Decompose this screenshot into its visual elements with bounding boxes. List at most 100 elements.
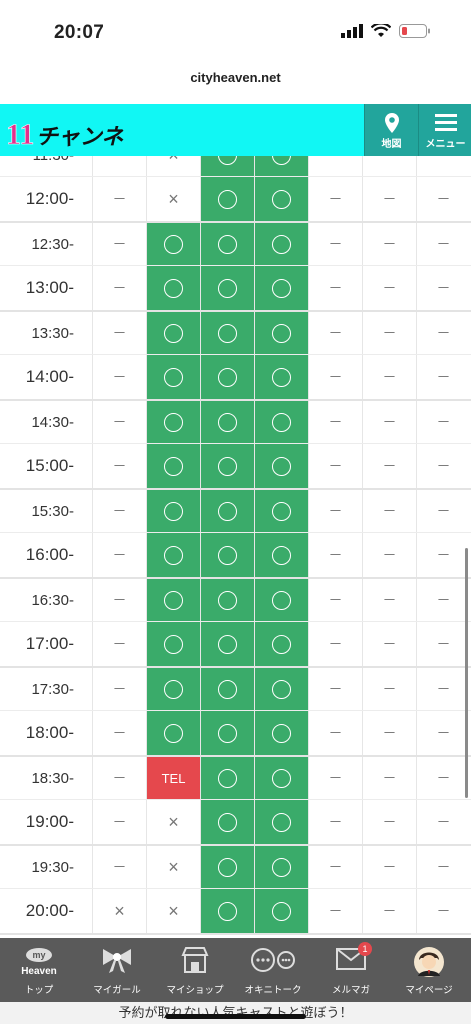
scrollbar[interactable] [465,548,468,798]
available-circle-icon [218,768,237,788]
slot-open[interactable] [200,800,254,844]
no-shift-dash: － [382,458,397,474]
slot-open[interactable] [146,312,200,354]
slot-open[interactable] [146,490,200,532]
slot-open[interactable] [146,223,200,265]
url-bar[interactable]: cityheaven.net [0,70,471,100]
available-circle-icon [272,456,291,476]
slot-open[interactable] [200,266,254,310]
available-circle-icon [272,901,291,921]
slot-open[interactable] [200,711,254,755]
slot-open[interactable] [254,401,308,443]
menu-label: メニュー [425,139,466,150]
slot-open[interactable] [254,444,308,488]
slot-open[interactable] [146,711,200,755]
slot-dash: － [308,622,362,666]
slot-open[interactable] [200,533,254,577]
schedule-row: 13:30- － － － － [0,312,471,355]
slot-open[interactable] [254,668,308,710]
nav-item-chat[interactable]: オキニトーク [234,938,312,1002]
nav-label: オキニトーク [244,985,302,996]
no-shift-dash: － [382,236,397,252]
channel-11-logo[interactable]: 11 チャンネル [4,110,124,152]
no-shift-dash: － [436,681,451,697]
nav-item-ribbon[interactable]: マイガール [78,938,156,1002]
time-slot-label: 20:00- [25,901,74,920]
slot-open[interactable] [200,444,254,488]
slot-open[interactable] [254,757,308,799]
slot-dash: － [362,156,416,176]
slot-open[interactable] [146,444,200,488]
schedule-row: 15:30- － － － － [0,490,471,533]
nav-label: マイページ [405,985,453,996]
nav-item-avatar[interactable]: マイページ [390,938,468,1002]
slot-open[interactable] [200,312,254,354]
slot-open[interactable] [254,156,308,176]
slot-dash: － [92,312,146,354]
available-circle-icon [164,456,183,476]
slot-open[interactable] [254,579,308,621]
slot-open[interactable] [146,355,200,399]
slot-open[interactable] [200,846,254,888]
slot-open[interactable] [200,223,254,265]
slot-open[interactable] [254,800,308,844]
slot-dash: － [362,266,416,310]
slot-open[interactable] [146,668,200,710]
schedule-row: 12:00- － × － － － [0,177,471,223]
available-circle-icon [164,545,183,565]
slot-open[interactable] [254,622,308,666]
menu-button[interactable]: メニュー [418,104,471,156]
slot-cross: × [146,889,200,933]
slot-open[interactable] [254,711,308,755]
slot-open[interactable] [254,312,308,354]
slot-open[interactable] [254,177,308,221]
no-shift-dash: － [113,156,127,165]
slot-dash: － [308,490,362,532]
slot-open[interactable] [200,177,254,221]
available-circle-icon [218,156,237,165]
status-bar: 20:07 [0,0,471,68]
available-circle-icon [272,156,291,165]
slot-open[interactable] [146,622,200,666]
slot-open[interactable] [200,490,254,532]
slot-open[interactable] [254,533,308,577]
slot-open[interactable] [254,266,308,310]
slot-open[interactable] [200,622,254,666]
slot-dash: － [308,355,362,399]
slot-cross: × [92,889,146,933]
slot-dash: － [416,711,470,755]
schedule-row: 17:30- － － － － [0,668,471,711]
slot-open[interactable] [146,401,200,443]
slot-open[interactable] [146,579,200,621]
slot-dash: － [416,533,470,577]
slot-open[interactable] [200,355,254,399]
slot-open[interactable] [200,757,254,799]
no-shift-dash: － [328,592,343,608]
slot-open[interactable] [254,846,308,888]
slot-open[interactable] [254,889,308,933]
no-shift-dash: － [382,325,397,341]
slot-open[interactable] [146,533,200,577]
slot-dash: － [416,889,470,933]
slot-open[interactable] [254,355,308,399]
no-shift-dash: － [383,156,397,165]
slot-open[interactable] [200,579,254,621]
nav-item-mail[interactable]: 1 メルマガ [312,938,390,1002]
slot-open[interactable] [200,668,254,710]
map-button[interactable]: 地図 [364,104,418,156]
slot-tel[interactable]: TEL [146,757,200,799]
slot-open[interactable] [254,223,308,265]
slot-open[interactable] [200,889,254,933]
slot-open[interactable] [146,266,200,310]
nav-item-my-heaven[interactable]: my Heaven トップ [0,938,78,1002]
slot-dash: － [416,757,470,799]
slot-open[interactable] [200,156,254,176]
available-circle-icon [272,590,291,610]
slot-open[interactable] [254,490,308,532]
no-shift-dash: － [328,725,343,741]
slot-open[interactable] [200,401,254,443]
nav-item-shop[interactable]: マイショップ [156,938,234,1002]
available-circle-icon [218,901,237,921]
no-shift-dash: － [382,592,397,608]
promo-banner[interactable]: 予約が取れない人気キャストと遊ぼう！ [0,1002,471,1024]
